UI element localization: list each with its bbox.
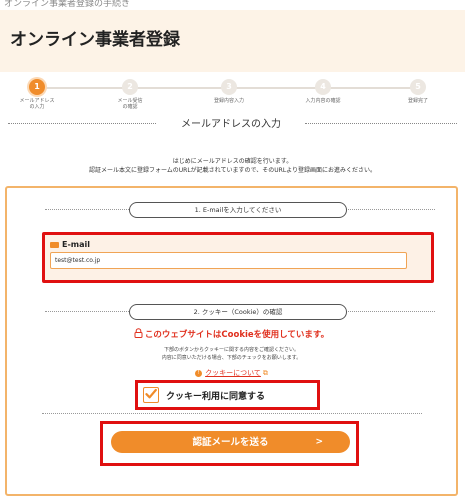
top-bar: オンライン事業者登録の手続き <box>0 0 465 10</box>
submit-highlight: 認証メールを送る > <box>100 421 359 466</box>
step-label: 登録内容入力 <box>213 98 244 104</box>
checkmark-icon <box>145 388 157 399</box>
cookie-agree-group: クッキー利用に同意する <box>135 380 320 410</box>
cookie-note-line-2: 内容に同意いただける場合、下部のチェックをお願いします。 <box>161 355 302 361</box>
intro-text: はじめにメールアドレスの確認を行います。 認証メール本文に登録フォームのURLが… <box>0 157 465 175</box>
lock-icon <box>134 328 143 338</box>
cookie-agree-label[interactable]: クッキー利用に同意する <box>166 389 265 402</box>
step-number: 5 <box>410 79 426 95</box>
divider <box>42 413 422 414</box>
step-5: 5 登録完了 <box>373 78 463 104</box>
cookie-agree-checkbox[interactable] <box>143 387 159 403</box>
page-title: オンライン事業者登録 <box>10 30 180 50</box>
chevron-right-icon: > <box>315 437 323 447</box>
step-label: メール受信 の確認 <box>85 98 175 110</box>
breadcrumb: オンライン事業者登録の手続き <box>4 0 131 9</box>
cookie-info-link[interactable]: ! クッキーについて ⧉ <box>7 368 456 378</box>
step-label-line2: の入力 <box>29 104 45 110</box>
cookie-link-text[interactable]: クッキーについて <box>205 369 261 377</box>
external-link-icon: ⧉ <box>262 369 268 377</box>
step-label: メールアドレス の入力 <box>0 98 82 110</box>
info-icon: ! <box>195 369 203 377</box>
email-section-header: 1. E-mailを入力してください <box>7 202 456 218</box>
step-number: 2 <box>122 79 138 95</box>
step-label: 入力内容の確認 <box>305 98 341 104</box>
divider <box>8 123 156 124</box>
cookie-section-header: 2. クッキー（Cookie）の確認 <box>7 304 456 320</box>
cookie-note-line-1: 下部のボタンからクッキーに関する内容をご確認ください。 <box>163 347 299 353</box>
intro-line-2: 認証メール本文に登録フォームのURLが記載されていますので、そのURLより登録画… <box>88 167 377 174</box>
intro-line-1: はじめにメールアドレスの確認を行います。 <box>172 158 293 165</box>
email-label-text: E-mail <box>62 240 91 249</box>
step-number: 4 <box>315 79 331 95</box>
cookie-warning-text: このウェブサイトはCookieを使用しています。 <box>144 330 330 340</box>
step-label-line2: の確認 <box>122 104 138 110</box>
cookie-note: 下部のボタンからクッキーに関する内容をご確認ください。 内容に同意いただける場合… <box>7 346 456 362</box>
step-2: 2 メール受信 の確認 <box>85 78 175 110</box>
page-header: オンライン事業者登録 <box>0 10 465 72</box>
email-input[interactable] <box>50 252 407 269</box>
mail-icon <box>50 241 59 248</box>
email-field-group: E-mail <box>42 232 434 283</box>
email-label: E-mail <box>50 240 90 249</box>
divider <box>305 123 457 124</box>
section-title: メールアドレスの入力 <box>0 113 465 130</box>
step-label: 登録完了 <box>407 98 428 104</box>
section-title-text: メールアドレスの入力 <box>181 119 281 130</box>
step-4: 4 入力内容の確認 <box>278 78 368 104</box>
registration-card: 1. E-mailを入力してください E-mail 2. クッキー（Cookie… <box>5 186 458 496</box>
cookie-warning: このウェブサイトはCookieを使用しています。 <box>7 328 456 340</box>
send-verification-button[interactable]: 認証メールを送る > <box>111 431 350 453</box>
step-number: 1 <box>29 79 45 95</box>
cookie-section-heading: 2. クッキー（Cookie）の確認 <box>129 304 347 320</box>
step-number: 3 <box>221 79 237 95</box>
email-section-heading: 1. E-mailを入力してください <box>129 202 347 218</box>
step-progress: 1 メールアドレス の入力 2 メール受信 の確認 3 登録内容入力 4 入力内… <box>0 78 465 118</box>
send-verification-label: 認証メールを送る <box>192 437 269 448</box>
step-3: 3 登録内容入力 <box>184 78 274 104</box>
step-1: 1 メールアドレス の入力 <box>0 78 82 110</box>
